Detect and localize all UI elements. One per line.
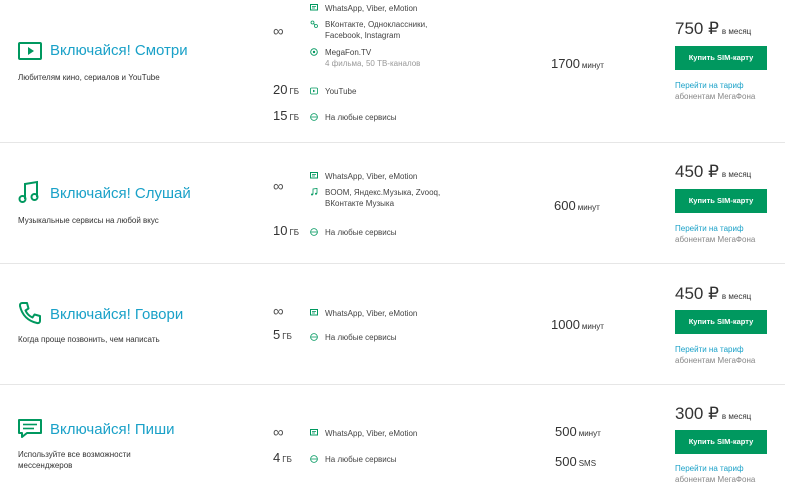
- tariff-description: Используйте все возможности мессенджеров: [18, 450, 131, 470]
- service-line: WhatsApp, Viber, eMotion: [310, 3, 417, 14]
- data-amount: 10 ГБ: [273, 223, 300, 238]
- service-line: WhatsApp, Viber, eMotion: [310, 308, 417, 319]
- price: 300 ₽ в месяц: [675, 404, 752, 423]
- switch-tariff-link[interactable]: Перейти на тариф: [675, 345, 744, 354]
- service-line: YouTube: [310, 86, 356, 97]
- unlimited-symbol: ∞: [273, 23, 284, 40]
- service-line: WhatsApp, Viber, eMotion: [310, 428, 417, 439]
- unlimited-symbol: ∞: [273, 424, 284, 441]
- minutes-amount: 500 минут: [555, 424, 601, 439]
- subscriber-note: абонентам МегаФона: [675, 475, 756, 484]
- data-amount: 20 ГБ: [273, 82, 300, 97]
- globe-icon: [310, 228, 318, 236]
- price: 450 ₽ в месяц: [675, 284, 752, 303]
- minutes-amount: 600 минут: [554, 198, 600, 213]
- subscriber-note: абонентам МегаФона: [675, 235, 756, 244]
- unlimited-symbol: ∞: [273, 303, 284, 320]
- service-line: На любые сервисы: [310, 332, 397, 343]
- data-amount: 15 ГБ: [273, 108, 300, 123]
- price: 450 ₽ в месяц: [675, 162, 752, 181]
- tariff-list: Включайся! Смотри Любителям кино, сериал…: [0, 0, 785, 493]
- message-icon: [18, 419, 42, 438]
- tariff-card-talk: Включайся! Говори Когда проще позвонить,…: [0, 264, 785, 385]
- buy-sim-button[interactable]: Купить SIM-карту: [675, 430, 767, 454]
- data-amount: 5 ГБ: [273, 327, 292, 342]
- globe-icon: [310, 333, 318, 341]
- service-line: MegaFon.TV 4 фильма, 50 ТВ-каналов: [310, 47, 420, 69]
- tv-icon: [310, 48, 318, 56]
- tariff-description: Музыкальные сервисы на любой вкус: [18, 216, 159, 225]
- minutes-amount: 1700 минут: [551, 56, 604, 71]
- chat-icon: [310, 4, 318, 11]
- data-amount: 4 ГБ: [273, 450, 292, 465]
- minutes-amount: 1000 минут: [551, 317, 604, 332]
- note-icon: [311, 188, 318, 196]
- service-line: На любые сервисы: [310, 112, 397, 123]
- tariff-name[interactable]: Включайся! Говори: [50, 306, 183, 323]
- tariff-card-listen: Включайся! Слушай Музыкальные сервисы на…: [0, 143, 785, 264]
- music-icon: [18, 180, 39, 203]
- tariff-name[interactable]: Включайся! Пиши: [50, 421, 174, 438]
- service-line: WhatsApp, Viber, eMotion: [310, 171, 417, 182]
- switch-tariff-link[interactable]: Перейти на тариф: [675, 224, 744, 233]
- social-icon: [310, 20, 318, 28]
- tariff-name[interactable]: Включайся! Слушай: [50, 185, 191, 202]
- switch-tariff-link[interactable]: Перейти на тариф: [675, 81, 744, 90]
- phone-icon: [18, 302, 41, 325]
- price: 750 ₽ в месяц: [675, 19, 752, 38]
- service-line: ВКонтакте, Одноклассники, Facebook, Inst…: [310, 19, 427, 41]
- buy-sim-button[interactable]: Купить SIM-карту: [675, 189, 767, 213]
- sms-amount: 500 SMS: [555, 454, 597, 469]
- tariff-description: Когда проще позвонить, чем написать: [18, 335, 160, 344]
- globe-icon: [310, 455, 318, 463]
- tariff-description: Любителям кино, сериалов и YouTube: [18, 73, 160, 82]
- chat-icon: [310, 429, 318, 436]
- subscriber-note: абонентам МегаФона: [675, 356, 756, 365]
- unlimited-symbol: ∞: [273, 178, 284, 195]
- service-line: На любые сервисы: [310, 227, 397, 238]
- subscriber-note: абонентам МегаФона: [675, 92, 756, 101]
- chat-icon: [310, 309, 318, 316]
- play-icon: [18, 42, 42, 60]
- globe-icon: [310, 113, 318, 121]
- chat-icon: [310, 172, 318, 179]
- buy-sim-button[interactable]: Купить SIM-карту: [675, 310, 767, 334]
- tariff-card-watch: Включайся! Смотри Любителям кино, сериал…: [0, 0, 785, 143]
- switch-tariff-link[interactable]: Перейти на тариф: [675, 464, 744, 473]
- service-line: BOOM, Яндекс.Музыка, Zvooq, ВКонтакте Му…: [310, 187, 440, 209]
- tariff-card-write: Включайся! Пиши Используйте все возможно…: [0, 385, 785, 493]
- youtube-icon: [310, 87, 318, 95]
- tariff-name[interactable]: Включайся! Смотри: [50, 42, 188, 59]
- service-line: На любые сервисы: [310, 454, 397, 465]
- buy-sim-button[interactable]: Купить SIM-карту: [675, 46, 767, 70]
